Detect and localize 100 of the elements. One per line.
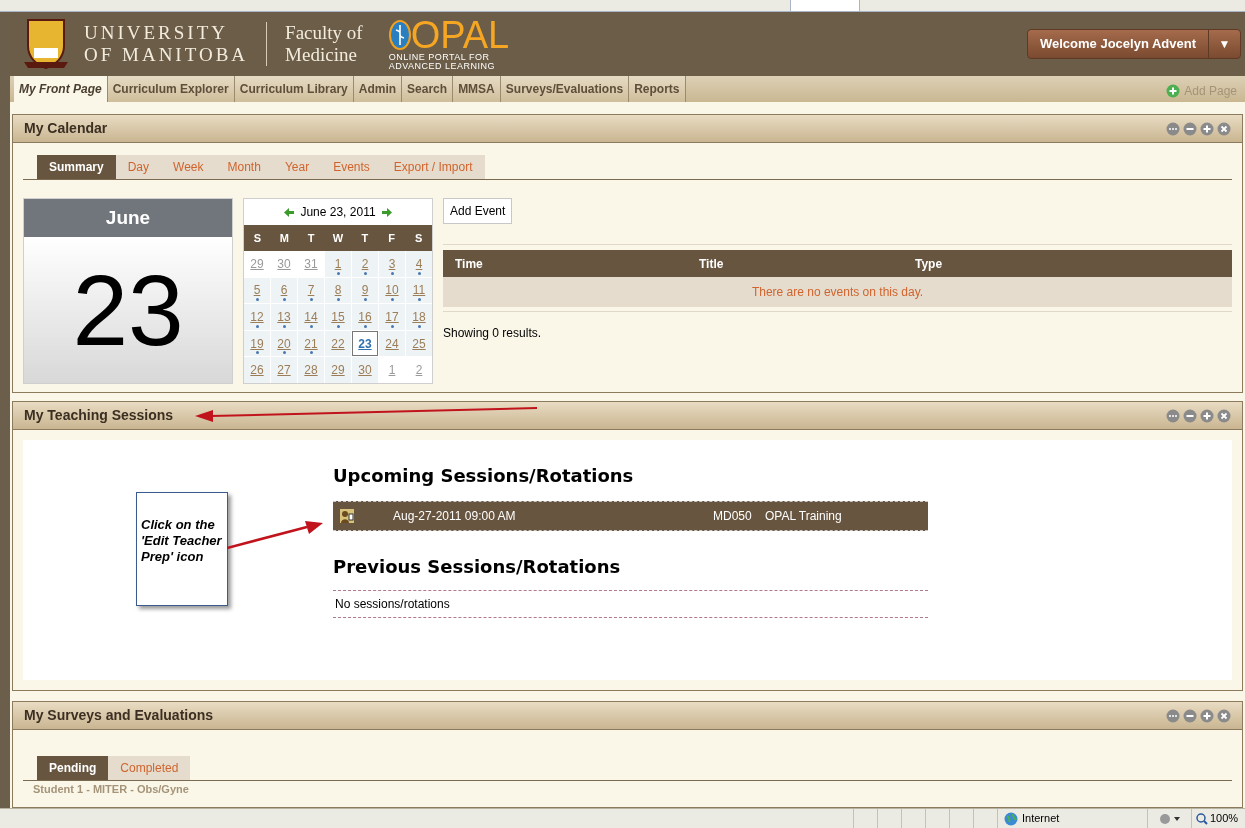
- day-number[interactable]: 7: [307, 281, 315, 300]
- day-number[interactable]: 6: [280, 281, 288, 300]
- day-cell[interactable]: 2: [352, 251, 378, 277]
- day-cell[interactable]: 11: [406, 277, 432, 304]
- day-number[interactable]: 1: [334, 254, 342, 273]
- protected-mode-icon[interactable]: [1158, 812, 1181, 825]
- tab[interactable]: Day: [115, 155, 162, 179]
- day-cell[interactable]: 18: [406, 304, 432, 330]
- day-cell[interactable]: 30: [352, 357, 378, 383]
- day-cell[interactable]: 10: [379, 277, 405, 304]
- day-cell[interactable]: 25: [406, 330, 432, 357]
- day-number[interactable]: 17: [385, 308, 399, 326]
- day-number[interactable]: 29: [331, 361, 345, 380]
- welcome-menu[interactable]: Welcome Jocelyn Advent ▼: [1027, 29, 1241, 59]
- more-icon[interactable]: [1166, 408, 1180, 423]
- day-number[interactable]: 25: [412, 334, 426, 353]
- day-cell[interactable]: 16: [352, 304, 378, 330]
- tab[interactable]: Events: [321, 155, 382, 179]
- survey-item[interactable]: Student 1 - MITER - Obs/Gyne: [33, 783, 1232, 795]
- day-number[interactable]: 30: [358, 361, 372, 380]
- nav-tab[interactable]: Curriculum Explorer: [107, 76, 235, 102]
- zoom-icon[interactable]: [1196, 812, 1208, 825]
- previous-arrow-icon[interactable]: [284, 207, 295, 217]
- maximize-icon[interactable]: [1200, 408, 1214, 423]
- day-number[interactable]: 11: [412, 281, 426, 300]
- nav-tab[interactable]: Curriculum Library: [234, 76, 354, 102]
- day-cell[interactable]: 24: [379, 330, 405, 357]
- day-cell[interactable]: 29: [325, 357, 351, 383]
- day-number[interactable]: 2: [361, 254, 369, 273]
- day-number[interactable]: 22: [331, 334, 345, 353]
- day-cell[interactable]: 20: [271, 330, 297, 357]
- nav-tab[interactable]: Surveys/Evaluations: [500, 76, 630, 102]
- day-cell[interactable]: 6: [271, 277, 297, 304]
- next-arrow-icon[interactable]: [381, 207, 392, 217]
- day-number[interactable]: 26: [250, 361, 264, 380]
- day-number[interactable]: 8: [334, 281, 342, 300]
- day-cell[interactable]: 19: [244, 330, 270, 357]
- browser-tab[interactable]: [790, 0, 860, 11]
- day-number[interactable]: 10: [385, 281, 399, 300]
- day-number[interactable]: 28: [304, 361, 318, 380]
- day-number[interactable]: 4: [415, 254, 423, 273]
- day-cell[interactable]: 17: [379, 304, 405, 330]
- nav-tab[interactable]: My Front Page: [14, 76, 108, 102]
- minimize-icon[interactable]: [1183, 408, 1197, 423]
- zoom-level[interactable]: 100%: [1210, 810, 1239, 827]
- day-cell[interactable]: 27: [271, 357, 297, 383]
- add-event-button[interactable]: Add Event: [443, 198, 513, 224]
- more-icon[interactable]: [1166, 708, 1180, 723]
- day-cell[interactable]: 22: [325, 330, 351, 357]
- tab[interactable]: Completed: [108, 756, 191, 780]
- day-cell[interactable]: 4: [406, 251, 432, 277]
- day-cell[interactable]: 5: [244, 277, 270, 304]
- day-number[interactable]: 20: [277, 334, 291, 353]
- day-number[interactable]: 3: [388, 254, 396, 273]
- day-cell[interactable]: 26: [244, 357, 270, 383]
- day-number[interactable]: 24: [385, 334, 399, 353]
- tab[interactable]: Week: [161, 155, 216, 179]
- close-icon[interactable]: [1217, 708, 1231, 723]
- maximize-icon[interactable]: [1200, 121, 1214, 136]
- day-number[interactable]: 9: [361, 281, 369, 300]
- day-number[interactable]: 18: [412, 308, 426, 326]
- teacher-prep-icon[interactable]: [339, 508, 355, 524]
- more-icon[interactable]: [1166, 121, 1180, 136]
- day-cell[interactable]: 8: [325, 277, 351, 304]
- day-number[interactable]: 19: [250, 334, 264, 353]
- day-cell[interactable]: 23: [352, 330, 378, 357]
- nav-tab[interactable]: Reports: [629, 76, 686, 102]
- tab[interactable]: Pending: [37, 756, 109, 780]
- minimize-icon[interactable]: [1183, 708, 1197, 723]
- day-number[interactable]: 12: [250, 308, 264, 326]
- nav-tab[interactable]: Search: [402, 76, 454, 102]
- day-cell[interactable]: 15: [325, 304, 351, 330]
- day-cell[interactable]: 12: [244, 304, 270, 330]
- nav-tab[interactable]: MMSA: [453, 76, 501, 102]
- day-number[interactable]: 27: [277, 361, 291, 380]
- tab[interactable]: Month: [215, 155, 273, 179]
- nav-tab[interactable]: Admin: [353, 76, 403, 102]
- day-number[interactable]: 29: [250, 254, 264, 273]
- tab[interactable]: Summary: [37, 155, 116, 179]
- close-icon[interactable]: [1217, 408, 1231, 423]
- day-cell[interactable]: 13: [271, 304, 297, 330]
- day-cell[interactable]: 1: [325, 251, 351, 277]
- day-number[interactable]: 31: [304, 254, 318, 273]
- day-cell[interactable]: 21: [298, 330, 324, 357]
- day-number[interactable]: 30: [277, 254, 291, 273]
- day-number[interactable]: 16: [358, 308, 372, 326]
- day-number[interactable]: 21: [304, 334, 318, 353]
- maximize-icon[interactable]: [1200, 708, 1214, 723]
- day-cell[interactable]: 14: [298, 304, 324, 330]
- day-number[interactable]: 2: [415, 361, 423, 380]
- tab[interactable]: Export / Import: [381, 155, 485, 179]
- day-number[interactable]: 5: [253, 281, 261, 300]
- close-icon[interactable]: [1217, 121, 1231, 136]
- day-number[interactable]: 15: [331, 308, 345, 326]
- day-number[interactable]: 14: [304, 308, 318, 326]
- day-number[interactable]: 23: [358, 334, 372, 353]
- day-number[interactable]: 13: [277, 308, 291, 326]
- day-number[interactable]: 1: [388, 361, 396, 380]
- day-cell[interactable]: 9: [352, 277, 378, 304]
- minimize-icon[interactable]: [1183, 121, 1197, 136]
